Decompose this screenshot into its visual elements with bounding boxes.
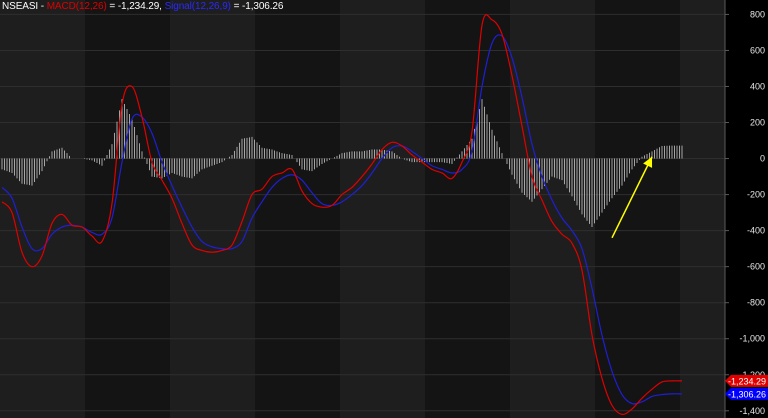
signal-value-badge: -1,306.26 [725, 387, 768, 400]
macd-value-badge: -1,234.29 [725, 374, 768, 387]
y-tick-label: 800 [750, 9, 765, 19]
background-band [85, 0, 170, 418]
y-tick-label: -800 [747, 298, 765, 308]
y-axis-ticks: 8006004002000-200-400-600-800-1,000-1,20… [725, 9, 765, 416]
background-bands [0, 0, 725, 418]
y-tick-label: 400 [750, 81, 765, 91]
background-band [425, 0, 510, 418]
legend-separator: - [38, 1, 47, 12]
legend-signal-equals: = [230, 1, 242, 12]
y-tick-label: 0 [760, 154, 765, 164]
macd-badge-text: -1,234.29 [728, 376, 766, 386]
background-band [0, 0, 85, 418]
legend-macd-label: MACD(12,26) [46, 1, 107, 12]
y-tick-label: -1,400 [739, 406, 765, 416]
y-tick-label: 200 [750, 118, 765, 128]
indicator-legend: NSEASI - MACD(12,26) = -1,234.29, Signal… [2, 1, 283, 12]
background-band [255, 0, 340, 418]
legend-macd-value: -1,234.29, [117, 1, 162, 12]
y-tick-label: -600 [747, 262, 765, 272]
legend-signal-value: -1,306.26 [242, 1, 284, 12]
signal-badge-text: -1,306.26 [728, 389, 766, 399]
y-tick-label: 600 [750, 45, 765, 55]
y-tick-label: -400 [747, 226, 765, 236]
legend-symbol: NSEASI [2, 1, 39, 12]
legend-macd-equals: = [106, 1, 118, 12]
y-tick-label: -1,000 [739, 334, 765, 344]
macd-chart: 8006004002000-200-400-600-800-1,000-1,20… [0, 0, 768, 418]
value-badges: -1,234.29 -1,306.26 [725, 374, 768, 400]
y-tick-label: -200 [747, 190, 765, 200]
background-band [340, 0, 425, 418]
background-band [680, 0, 725, 418]
legend-signal-label: Signal(12,26,9) [164, 1, 231, 12]
